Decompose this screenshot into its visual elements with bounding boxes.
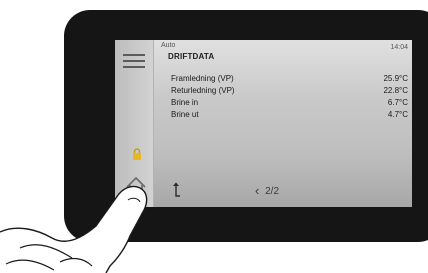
row-value: 4.7°C (387, 110, 408, 119)
page-indicator[interactable]: ‹ 2/2 (255, 183, 279, 198)
row-label: Returledning (VP) (171, 86, 235, 95)
up-arrow-icon[interactable] (170, 181, 182, 199)
sidebar (115, 40, 154, 207)
row-value: 22.8°C (383, 86, 408, 95)
list-item[interactable]: Brine in 6.7°C (171, 97, 408, 109)
lock-icon (133, 148, 141, 160)
home-icon[interactable] (124, 175, 148, 199)
hamburger-menu-icon[interactable] (123, 54, 145, 68)
list-item[interactable]: Returledning (VP) 22.8°C (171, 85, 408, 97)
page-title: DRIFTDATA (168, 52, 215, 61)
row-label: Framledning (VP) (171, 74, 234, 83)
touchscreen: Auto 14:04 DRIFTDATA Framledning (VP) 25… (115, 40, 412, 207)
row-value: 6.7°C (387, 98, 408, 107)
page-number: 2/2 (265, 186, 280, 197)
row-label: Brine in (171, 98, 199, 107)
list-item[interactable]: Framledning (VP) 25.9°C (171, 73, 408, 85)
data-list: Framledning (VP) 25.9°C Returledning (VP… (171, 73, 408, 121)
clock: 14:04 (390, 44, 408, 51)
row-label: Brine ut (171, 110, 199, 119)
row-value: 25.9°C (383, 74, 408, 83)
list-item[interactable]: Brine ut 4.7°C (171, 109, 408, 121)
chevron-left-icon[interactable]: ‹ (255, 183, 259, 198)
mode-label: Auto (161, 42, 176, 49)
